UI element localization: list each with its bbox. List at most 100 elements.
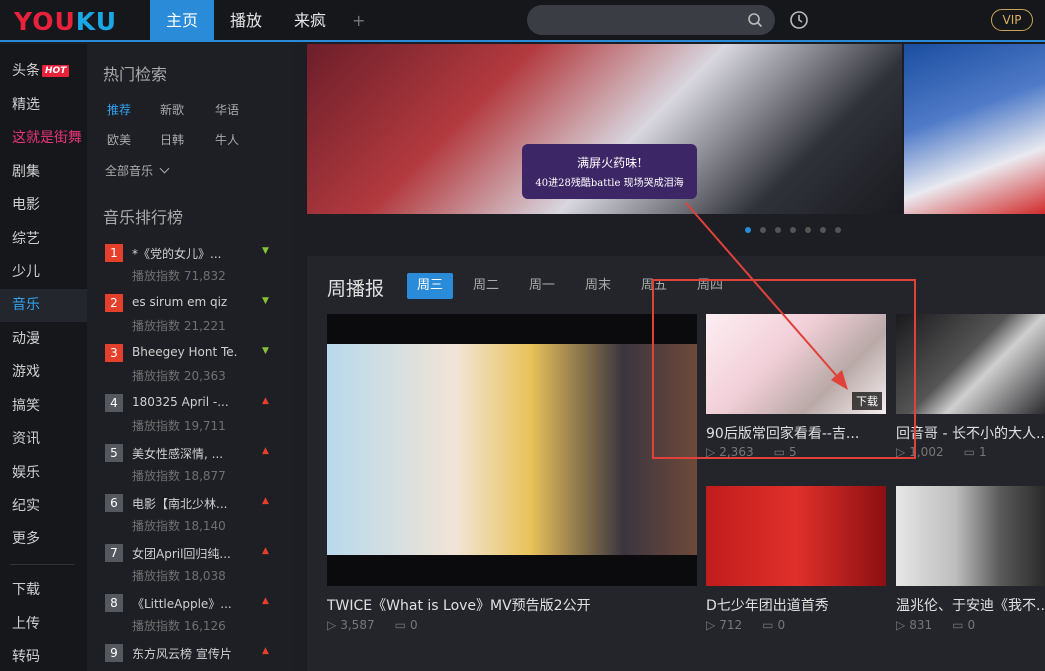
rank-number: 2 — [105, 294, 123, 312]
video-meta: ▷ 831 ▭ 0 — [896, 618, 975, 632]
nav-item-anime[interactable]: 动漫 — [0, 323, 87, 356]
tab-wednesday[interactable]: 周三 — [407, 273, 454, 299]
nav-item-featured[interactable]: 精选 — [0, 89, 87, 122]
rank-plays: 播放指数 16,126 — [132, 619, 226, 633]
rank-title: 《LittleApple》... — [132, 597, 232, 611]
tab-laifeng[interactable]: 来疯 — [278, 0, 342, 42]
banner-dot[interactable] — [835, 227, 841, 233]
rank-title: 电影【南北少林... — [132, 497, 228, 511]
rank-title: 女团April回归纯... — [132, 547, 231, 561]
comment-count: 0 — [967, 618, 976, 632]
video-title[interactable]: 回音哥 - 长不小的大人... — [896, 423, 1045, 443]
banner-dot[interactable] — [820, 227, 826, 233]
chart-row[interactable]: 5 美女性感深情, ... 播放指数 18,877 ▲ — [105, 444, 285, 490]
trend-up-icon: ▲ — [262, 446, 269, 456]
banner-dot[interactable] — [760, 227, 766, 233]
nav-item-entertainment[interactable]: 娱乐 — [0, 457, 87, 490]
video-thumbnail[interactable] — [896, 314, 1045, 414]
add-tab-button[interactable]: + — [342, 0, 375, 42]
nav-item-documentary[interactable]: 纪实 — [0, 490, 87, 523]
trend-up-icon: ▲ — [262, 496, 269, 506]
rank-number: 5 — [105, 444, 123, 462]
tab-home[interactable]: 主页 — [150, 0, 215, 42]
nav-item-more[interactable]: 更多 — [0, 523, 87, 556]
chart-row[interactable]: 3 Bheegey Hont Te... 播放指数 20,363 ▼ — [105, 344, 285, 390]
genre-recommended[interactable]: 推荐 — [107, 101, 131, 118]
rank-number: 6 — [105, 494, 123, 512]
rank-number: 1 — [105, 244, 123, 262]
tab-monday[interactable]: 周一 — [519, 273, 565, 299]
rank-number: 4 — [105, 394, 123, 412]
rank-plays: 播放指数 18,140 — [132, 519, 226, 533]
chart-row[interactable]: 7 女团April回归纯... 播放指数 18,038 ▲ — [105, 544, 285, 590]
tab-play[interactable]: 播放 — [214, 0, 278, 42]
comment-count: 0 — [409, 618, 418, 632]
rank-plays: 播放指数 71,832 — [132, 269, 226, 283]
search-icon[interactable] — [747, 12, 763, 28]
chart-row[interactable]: 4 180325 April -... 播放指数 19,711 ▲ — [105, 394, 285, 440]
tab-weekend[interactable]: 周末 — [575, 273, 621, 299]
history-clock-icon[interactable] — [789, 10, 809, 30]
banner-badge: 满屏火药味! 40进28残酷battle 现场哭成泪海 — [522, 144, 697, 199]
banner-dot[interactable] — [805, 227, 811, 233]
chart-row[interactable]: 9 东方风云榜 宣传片 ▲ — [105, 644, 285, 671]
banner-badge-line2: 40进28残酷battle 现场哭成泪海 — [535, 178, 684, 189]
video-thumbnail[interactable] — [896, 486, 1045, 586]
view-count: 831 — [909, 618, 933, 632]
banner-dot[interactable] — [775, 227, 781, 233]
nav-item-music[interactable]: 音乐 — [0, 289, 87, 322]
nav-item-variety[interactable]: 综艺 — [0, 223, 87, 256]
all-music-dropdown[interactable]: 全部音乐 — [105, 162, 170, 179]
video-thumbnail[interactable] — [706, 486, 886, 586]
nav-divider — [10, 564, 74, 565]
genre-new-songs[interactable]: 新歌 — [160, 101, 184, 118]
banner-badge-line1: 满屏火药味! — [577, 156, 642, 170]
youku-logo[interactable]: YOUKU — [14, 7, 117, 36]
vip-button[interactable]: VIP — [991, 9, 1033, 31]
genre-chinese[interactable]: 华语 — [215, 101, 239, 118]
comment-icon: ▭ — [952, 618, 964, 632]
annotation-highlight-box — [652, 279, 916, 459]
rank-number: 7 — [105, 544, 123, 562]
genre-talent[interactable]: 牛人 — [215, 131, 239, 148]
nav-item-kids[interactable]: 少儿 — [0, 256, 87, 289]
comment-icon: ▭ — [762, 618, 774, 632]
banner-image-street-dance[interactable]: 满屏火药味! 40进28残酷battle 现场哭成泪海 — [307, 44, 902, 214]
search-box — [527, 5, 775, 35]
chart-row[interactable]: 2 es sirum em qiz 播放指数 21,221 ▼ — [105, 294, 285, 340]
play-count-icon: ▷ — [896, 618, 906, 632]
nav-item-street-dance[interactable]: 这就是街舞 — [0, 122, 87, 155]
banner-dot[interactable] — [745, 227, 751, 233]
nav-item-transcode[interactable]: 转码 — [0, 641, 87, 671]
hero-banner[interactable]: 满屏火药味! 40进28残酷battle 现场哭成泪海 — [307, 44, 1045, 214]
banner-image-next[interactable] — [904, 44, 1045, 214]
nav-item-games[interactable]: 游戏 — [0, 356, 87, 389]
video-title[interactable]: D七少年团出道首秀 — [706, 595, 889, 615]
genre-western[interactable]: 欧美 — [107, 131, 131, 148]
nav-item-upload[interactable]: 上传 — [0, 608, 87, 641]
search-input[interactable] — [527, 5, 737, 35]
chart-row[interactable]: 6 电影【南北少林... 播放指数 18,140 ▲ — [105, 494, 285, 540]
rank-plays: 播放指数 20,363 — [132, 369, 226, 383]
tab-tuesday[interactable]: 周二 — [463, 273, 509, 299]
featured-video-thumbnail[interactable] — [327, 314, 697, 586]
chart-row[interactable]: 1 *《党的女儿》... 播放指数 71,832 ▼ — [105, 244, 285, 290]
video-meta: ▷ 712 ▭ 0 — [706, 618, 785, 632]
nav-item-headlines[interactable]: 头条 HOT — [0, 55, 87, 88]
nav-item-comedy[interactable]: 搞笑 — [0, 390, 87, 423]
banner-dot[interactable] — [790, 227, 796, 233]
logo-text-you: YOU — [14, 7, 76, 36]
comment-count: 1 — [978, 445, 987, 459]
video-title[interactable]: 温兆伦、于安迪《我不... — [896, 595, 1045, 615]
rank-plays: 播放指数 18,877 — [132, 469, 226, 483]
nav-item-label: 头条 — [12, 63, 40, 79]
chart-row[interactable]: 8 《LittleApple》... 播放指数 16,126 ▲ — [105, 594, 285, 640]
genre-jp-kr[interactable]: 日韩 — [160, 131, 184, 148]
comment-icon: ▭ — [963, 445, 975, 459]
nav-item-news[interactable]: 资讯 — [0, 423, 87, 456]
nav-item-series[interactable]: 剧集 — [0, 156, 87, 189]
nav-item-download[interactable]: 下载 — [0, 574, 87, 607]
trend-up-icon: ▲ — [262, 396, 269, 406]
featured-video-title[interactable]: TWICE《What is Love》MV预告版2公开 — [327, 595, 697, 615]
nav-item-movies[interactable]: 电影 — [0, 189, 87, 222]
